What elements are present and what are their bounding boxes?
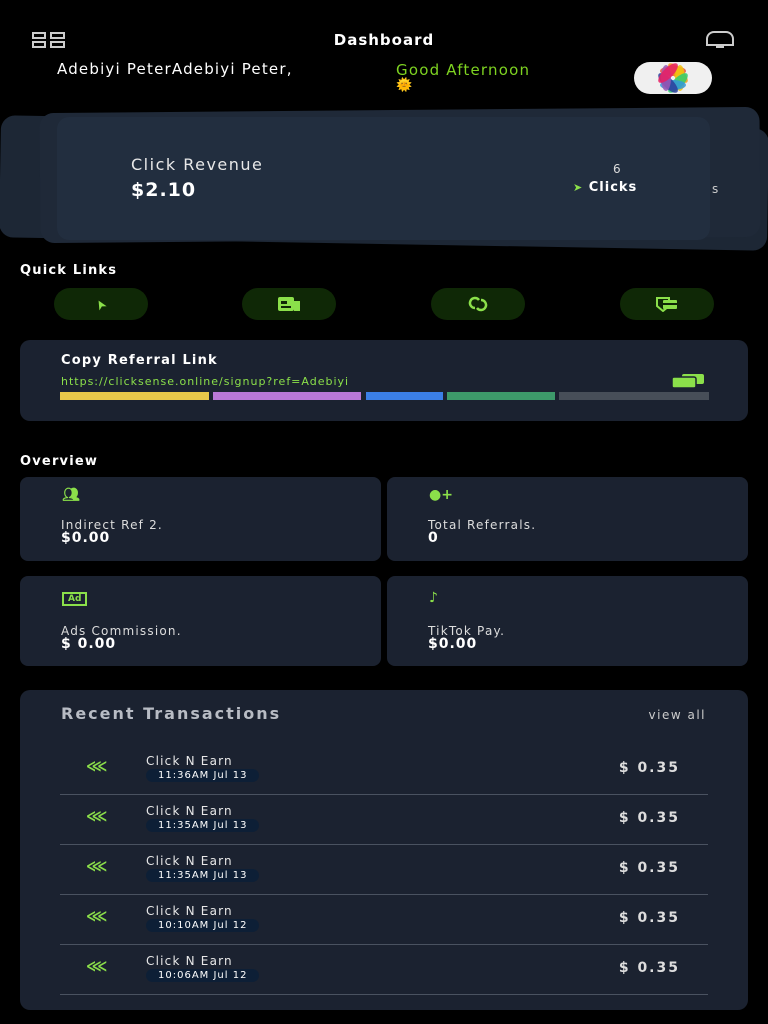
sun-icon: 🌞 (396, 78, 413, 93)
transaction-row[interactable]: ⋘ Click N Earn 11:36AM Jul 13 $ 0.35 (60, 745, 708, 795)
referral-url[interactable]: https://clicksense.online/signup?ref=Ade… (61, 375, 349, 388)
quick-link-card[interactable] (620, 288, 714, 320)
bar-segment-5 (559, 392, 709, 400)
user-name: Adebiyi PeterAdebiyi Peter, (57, 60, 293, 78)
clicks-label: ➤ Clicks (573, 180, 637, 195)
overview-value: 0 (428, 530, 439, 546)
card-stack-behind-text: s (712, 182, 719, 196)
overview-value: $0.00 (61, 530, 111, 546)
view-all-link[interactable]: view all (649, 708, 706, 722)
cursor-icon: ➤ (573, 181, 584, 194)
transaction-row[interactable]: ⋘ Click N Earn 10:06AM Jul 12 $ 0.35 (60, 945, 708, 995)
transaction-title: Click N Earn (146, 904, 233, 918)
quick-link-wallet[interactable] (242, 288, 336, 320)
clicks-text: Clicks (588, 180, 638, 195)
transaction-date: 11:35AM Jul 13 (146, 869, 260, 882)
avatar[interactable] (634, 62, 712, 94)
recent-transactions-card: Recent Transactions view all ⋘ Click N E… (20, 690, 748, 1010)
click-revenue-card[interactable]: Click Revenue $2.10 6 ➤ Clicks (57, 117, 710, 240)
overview-title: Overview (20, 454, 99, 469)
bar-segment-1 (60, 392, 209, 400)
transactions-title: Recent Transactions (61, 704, 282, 723)
transaction-date: 10:06AM Jul 12 (146, 969, 260, 982)
cursor-icon: ➤ (91, 295, 111, 313)
link-icon (468, 296, 488, 312)
overview-card-total-referrals[interactable]: ●+ Total Referrals. 0 (387, 477, 748, 561)
clicks-count: 6 (613, 162, 621, 176)
transaction-date: 11:36AM Jul 13 (146, 769, 260, 782)
quick-links-title: Quick Links (20, 263, 118, 278)
user-plus-icon: ●+ (429, 487, 453, 503)
quick-link-link[interactable] (431, 288, 525, 320)
users-icon: 👥︎ (62, 487, 80, 503)
transaction-row[interactable]: ⋘ Click N Earn 11:35AM Jul 13 $ 0.35 (60, 845, 708, 895)
overview-card-ads-commission[interactable]: Ad Ads Commission. $ 0.00 (20, 576, 381, 666)
transaction-date: 10:10AM Jul 12 (146, 919, 260, 932)
transaction-row[interactable]: ⋘ Click N Earn 11:35AM Jul 13 $ 0.35 (60, 795, 708, 845)
reply-all-icon: ⋘ (86, 907, 108, 925)
bar-segment-2 (213, 392, 361, 400)
transaction-date: 11:35AM Jul 13 (146, 819, 260, 832)
transaction-amount: $ 0.35 (618, 910, 680, 926)
overview-card-indirect-ref[interactable]: 👥︎ Indirect Ref 2. $0.00 (20, 477, 381, 561)
referral-title: Copy Referral Link (61, 353, 218, 368)
page-title: Dashboard (333, 31, 435, 49)
click-revenue-label: Click Revenue (131, 155, 264, 174)
bar-segment-4 (447, 392, 555, 400)
transaction-amount: $ 0.35 (618, 860, 680, 876)
transaction-amount: $ 0.35 (618, 960, 680, 976)
reply-all-icon: ⋘ (86, 757, 108, 775)
transaction-title: Click N Earn (146, 954, 233, 968)
transaction-row[interactable]: ⋘ Click N Earn 10:10AM Jul 12 $ 0.35 (60, 895, 708, 945)
bar-segment-3 (366, 392, 443, 400)
bell-icon[interactable] (704, 31, 736, 49)
greeting-text: Good Afternoon (396, 61, 531, 79)
transaction-amount: $ 0.35 (618, 760, 680, 776)
transaction-title: Click N Earn (146, 754, 233, 768)
quick-link-cursor[interactable]: ➤ (54, 288, 148, 320)
transaction-title: Click N Earn (146, 854, 233, 868)
click-revenue-value: $2.10 (131, 179, 197, 201)
card-shield-icon (656, 297, 677, 312)
overview-label: Total Referrals. (428, 518, 537, 532)
reply-all-icon: ⋘ (86, 807, 108, 825)
ad-icon: Ad (62, 592, 88, 606)
transaction-title: Click N Earn (146, 804, 233, 818)
referral-card[interactable]: Copy Referral Link https://clicksense.on… (20, 340, 748, 421)
copy-icon[interactable] (670, 373, 706, 392)
reply-all-icon: ⋘ (86, 857, 108, 875)
overview-value: $ 0.00 (61, 636, 117, 652)
overview-card-tiktok-pay[interactable]: ♪ TikTok Pay. $0.00 (387, 576, 748, 666)
wallet-icon (278, 297, 300, 311)
tiktok-icon: ♪ (429, 590, 438, 606)
overview-value: $0.00 (428, 636, 478, 652)
reply-all-icon: ⋘ (86, 957, 108, 975)
transaction-amount: $ 0.35 (618, 810, 680, 826)
